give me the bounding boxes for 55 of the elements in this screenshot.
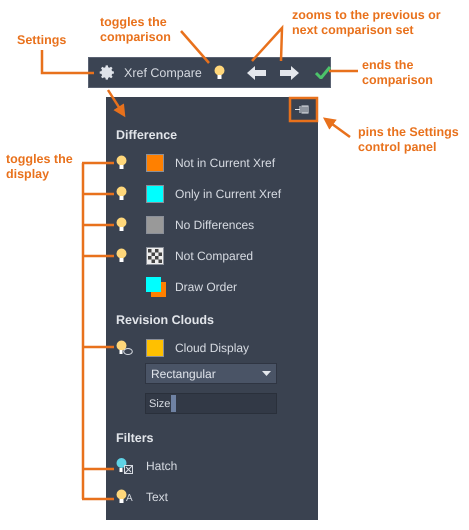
color-swatch[interactable] — [146, 338, 164, 356]
light-bulb-icon[interactable] — [116, 489, 127, 504]
hatch-filter-icon[interactable] — [116, 458, 134, 474]
color-swatch[interactable] — [146, 154, 164, 172]
light-bulb-icon[interactable] — [116, 248, 127, 263]
row-label: Cloud Display — [175, 340, 250, 354]
slider-thumb[interactable] — [171, 395, 176, 412]
section-heading: Difference — [116, 127, 178, 144]
shape-dropdown[interactable]: Rectangular — [145, 363, 277, 384]
row-label: Text — [146, 490, 168, 504]
row-label: Not Compared — [175, 248, 254, 262]
row-label: Draw Order — [175, 280, 238, 294]
callout-text: next comparison set — [292, 23, 415, 38]
color-swatch[interactable] — [146, 216, 164, 234]
callout-text: Settings — [17, 33, 66, 48]
leader-arrow — [322, 117, 351, 138]
text-filter-letter: A — [126, 494, 133, 504]
leader-line — [251, 24, 284, 62]
color-swatch[interactable] — [146, 184, 164, 202]
callout-text: toggles the — [100, 15, 168, 30]
leader-line — [180, 30, 210, 64]
callout-text: comparison — [362, 73, 433, 88]
callout-text: ends the — [362, 58, 414, 73]
row-label: Hatch — [146, 458, 178, 472]
row-label: Only in Current Xref — [175, 186, 282, 200]
toolbar-title: Xref Compare — [124, 66, 202, 80]
callout-text: comparison — [100, 30, 171, 45]
light-bulb-icon[interactable] — [116, 217, 127, 232]
light-bulb-icon[interactable] — [116, 155, 127, 170]
highlight-frame — [288, 96, 318, 122]
pin-icon — [295, 104, 309, 114]
callout-text: zooms to the previous or — [292, 8, 441, 23]
cloud-bulb-icon[interactable] — [116, 340, 133, 356]
row-label: No Differences — [175, 218, 254, 232]
draw-order-icon[interactable] — [146, 276, 166, 296]
previous-arrow-icon[interactable] — [246, 66, 267, 80]
leader-line — [329, 70, 358, 72]
check-icon[interactable] — [314, 66, 331, 79]
settings-icon[interactable] — [99, 64, 116, 81]
callout-text: control panel — [358, 140, 438, 155]
leader-arrow — [106, 89, 126, 118]
size-slider[interactable]: Size — [145, 393, 277, 414]
leader-line — [40, 50, 94, 74]
row-label: Not in Current Xref — [175, 156, 276, 170]
checker-swatch[interactable] — [146, 246, 164, 264]
callout-text: display — [6, 167, 50, 182]
caret-icon — [262, 371, 271, 376]
slider-label: Size — [149, 398, 170, 410]
callout-text: toggles the — [6, 152, 73, 167]
section-heading: Filters — [116, 430, 155, 447]
callout-text: pins the Settings — [358, 125, 459, 140]
light-bulb-icon[interactable] — [214, 65, 225, 80]
light-bulb-icon[interactable] — [116, 186, 127, 201]
next-arrow-icon[interactable] — [278, 66, 299, 80]
section-heading: Revision Clouds — [116, 312, 215, 329]
